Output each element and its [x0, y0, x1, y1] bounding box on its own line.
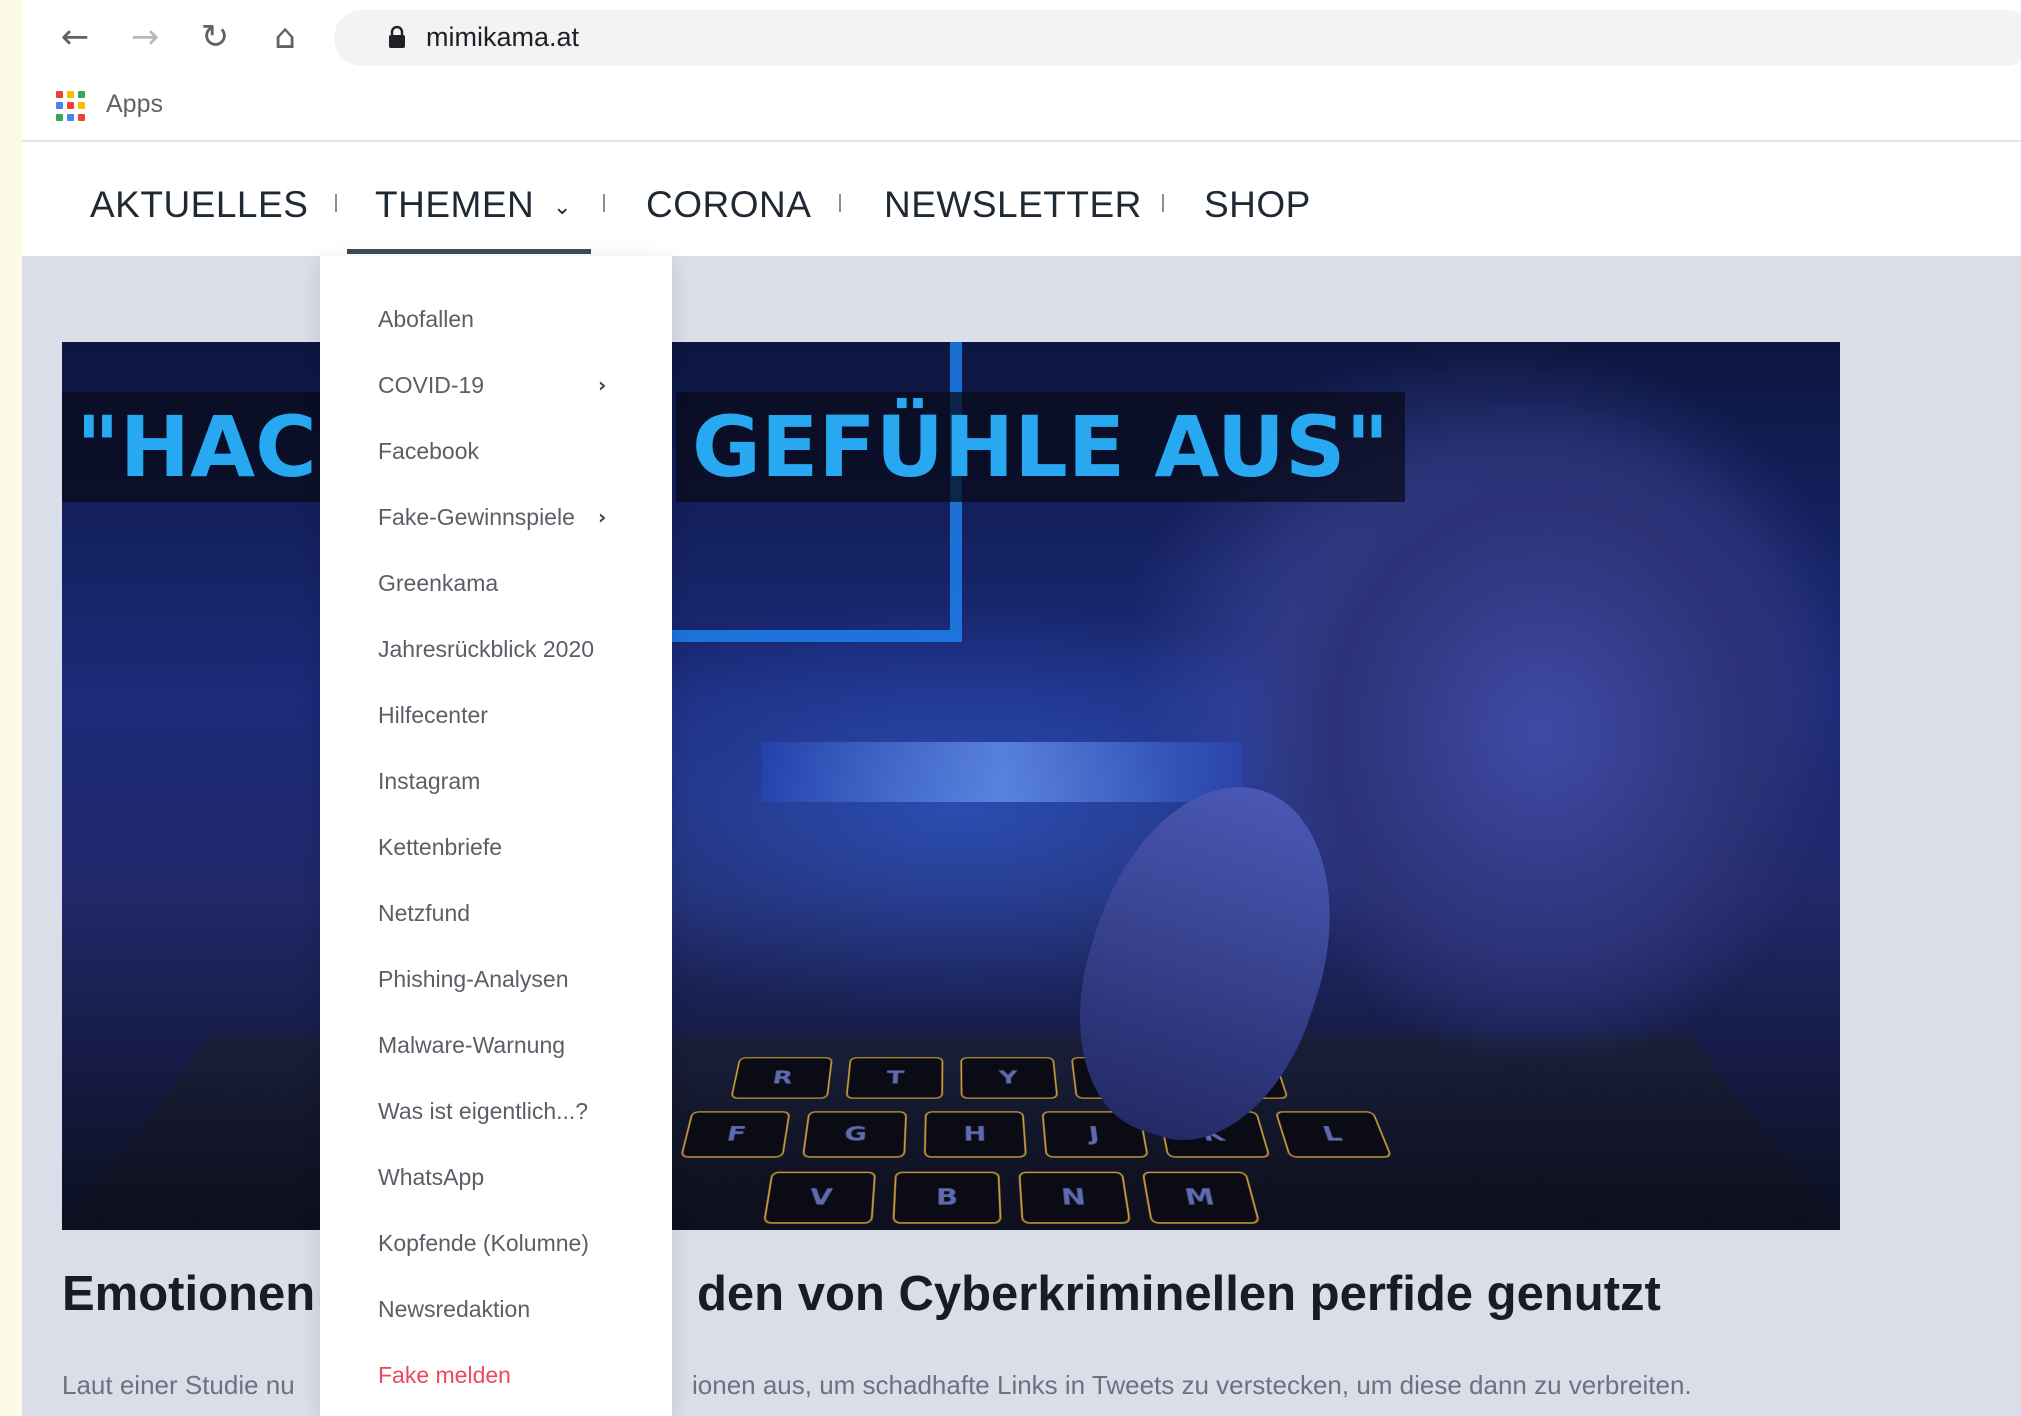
dropdown-item-hilfecenter[interactable]: Hilfecenter [378, 702, 488, 729]
active-nav-underline [347, 249, 591, 254]
chevron-right-icon[interactable]: › [598, 505, 606, 529]
url-text: mimikama.at [426, 22, 579, 53]
article-title-part: Emotionen [62, 1267, 315, 1321]
dropdown-item-fake-melden[interactable]: Fake melden [378, 1362, 511, 1389]
keyboard-key: B [892, 1172, 1001, 1224]
nav-item-aktuelles[interactable]: AKTUELLES [90, 184, 308, 226]
lock-icon [388, 25, 406, 49]
nav-item-shop[interactable]: SHOP [1204, 184, 1311, 226]
dropdown-item-netzfund[interactable]: Netzfund [378, 900, 470, 927]
apps-grid-dot [67, 102, 74, 109]
article-title-part: den von Cyberkriminellen perfide genutzt [697, 1266, 1661, 1322]
hero-headline-right: GEFÜHLE AUS" [676, 392, 1405, 502]
browser-chrome: ← → ↻ ⌂ mimikama.at Apps [22, 0, 2021, 142]
nav-item-corona[interactable]: CORONA [646, 184, 811, 226]
keyboard-key: M [1142, 1172, 1260, 1224]
chevron-down-icon: ⌄ [553, 195, 572, 220]
forward-arrow-icon[interactable]: → [122, 14, 168, 60]
apps-grid-dot [78, 114, 85, 121]
back-arrow-icon[interactable]: ← [52, 14, 98, 60]
nav-item-themen[interactable]: THEMEN ⌄ [375, 184, 572, 226]
article-excerpt-part: ionen aus, um schadhafte Links in Tweets… [692, 1370, 1692, 1401]
apps-grid-dot [67, 114, 74, 121]
site-navigation: AKTUELLES THEMEN ⌄ CORONA NEWSLETTER SHO… [22, 142, 2021, 256]
hero-headline-text: GEFÜHLE AUS" [692, 398, 1389, 496]
article-excerpt: Laut einer Studie nu ionen aus, um schad… [62, 1370, 295, 1401]
apps-grid-dot [78, 91, 85, 98]
dropdown-item-was-ist-eigentlich[interactable]: Was ist eigentlich...? [378, 1098, 588, 1125]
keyboard-key: F [680, 1111, 790, 1157]
apps-grid-dot [56, 102, 63, 109]
nav-separator [1162, 194, 1164, 212]
keyboard-key: H [924, 1111, 1027, 1157]
nav-separator [839, 194, 841, 212]
dropdown-item-fake-gewinnspiele[interactable]: Fake-Gewinnspiele [378, 504, 575, 531]
apps-grid-dot [78, 102, 85, 109]
dropdown-item-kopfende-kolumne[interactable]: Kopfende (Kolumne) [378, 1230, 589, 1257]
article-excerpt-part: Laut einer Studie nu [62, 1370, 295, 1400]
apps-grid-dot [56, 114, 63, 121]
address-bar[interactable]: mimikama.at [334, 10, 2021, 66]
apps-grid-icon[interactable] [56, 91, 86, 121]
dropdown-item-whatsapp[interactable]: WhatsApp [378, 1164, 484, 1191]
dropdown-item-instagram[interactable]: Instagram [378, 768, 480, 795]
nav-separator [603, 194, 605, 212]
themen-dropdown-menu: Abofallen COVID-19 › Facebook Fake-Gewinnspi… [320, 256, 672, 1416]
dropdown-item-newsredaktion[interactable]: Newsredaktion [378, 1296, 530, 1323]
keyboard-key: V [763, 1172, 876, 1224]
nav-item-themen-label: THEMEN [375, 184, 534, 225]
apps-grid-dot [56, 91, 63, 98]
keyboard-key: R [730, 1057, 832, 1099]
chevron-right-icon[interactable]: › [598, 373, 606, 397]
dropdown-item-jahresrückblick-2020[interactable]: Jahresrückblick 2020 [378, 636, 594, 663]
home-icon[interactable]: ⌂ [262, 14, 308, 60]
dropdown-item-facebook[interactable]: Facebook [378, 438, 479, 465]
bookmark-apps[interactable]: Apps [106, 90, 163, 119]
keyboard-key: T [846, 1057, 944, 1099]
keyboard-key: Y [960, 1057, 1058, 1099]
dropdown-item-malware-warnung[interactable]: Malware-Warnung [378, 1032, 565, 1059]
dropdown-item-kettenbriefe[interactable]: Kettenbriefe [378, 834, 502, 861]
dropdown-item-phishing-analysen[interactable]: Phishing-Analysen [378, 966, 569, 993]
keyboard-key: N [1018, 1172, 1131, 1224]
article-title[interactable]: Emotionen den von Cyberkriminellen perfi… [62, 1266, 315, 1322]
apps-grid-dot [67, 91, 74, 98]
dropdown-item-greenkama[interactable]: Greenkama [378, 570, 498, 597]
nav-item-newsletter[interactable]: NEWSLETTER [884, 184, 1142, 226]
reload-icon[interactable]: ↻ [192, 14, 238, 60]
dropdown-item-abofallen[interactable]: Abofallen [378, 306, 474, 333]
bookmarks-bar: Apps [22, 76, 2021, 136]
nav-separator [335, 194, 337, 212]
keyboard-key: G [802, 1111, 907, 1157]
dropdown-item-covid-19[interactable]: COVID-19 [378, 372, 484, 399]
